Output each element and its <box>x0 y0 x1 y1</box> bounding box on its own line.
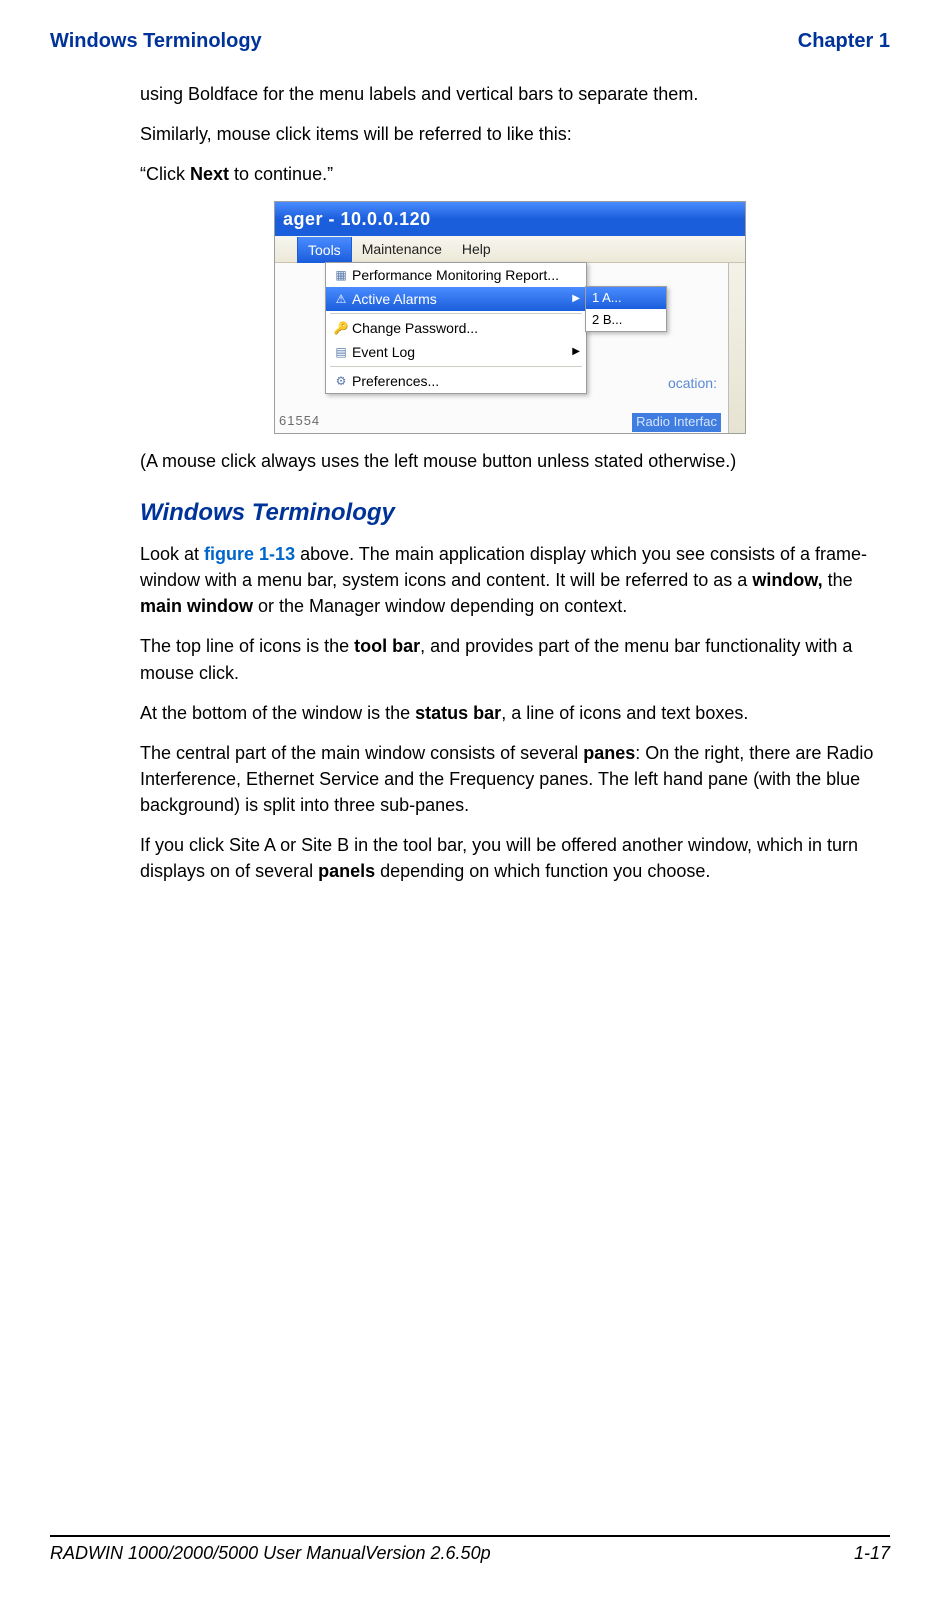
menu-item-active-alarms[interactable]: ⚠ Active Alarms ▶ <box>326 287 586 311</box>
key-icon: 🔑 <box>332 320 350 337</box>
menu-item-perf-report[interactable]: ▦ Performance Monitoring Report... <box>326 263 586 287</box>
menu-maintenance[interactable]: Maintenance <box>352 236 452 262</box>
intro-p1: using Boldface for the menu labels and v… <box>140 81 880 107</box>
alarms-submenu: 1 A... 2 B... <box>585 286 667 332</box>
embedded-screenshot: ager - 10.0.0.120 Tools Maintenance Help… <box>274 201 746 434</box>
window-titlebar: ager - 10.0.0.120 <box>275 202 745 236</box>
menu-tools[interactable]: Tools <box>297 237 352 263</box>
menu-item-event-log[interactable]: ▤ Event Log ▶ <box>326 340 586 364</box>
footer-rule <box>50 1535 890 1537</box>
section-p2: The top line of icons is the tool bar, a… <box>140 633 880 685</box>
submenu-arrow-icon: ▶ <box>572 292 580 307</box>
menu-item-change-password[interactable]: 🔑 Change Password... <box>326 316 586 340</box>
section-heading: Windows Terminology <box>140 496 880 531</box>
tools-dropdown: ▦ Performance Monitoring Report... ⚠ Act… <box>325 262 587 394</box>
log-icon: ▤ <box>332 344 350 361</box>
window-title: ager - 10.0.0.120 <box>283 206 431 232</box>
menu-separator <box>330 366 582 367</box>
footer-right: 1-17 <box>854 1543 890 1564</box>
page-header: Windows Terminology Chapter 1 <box>50 30 890 53</box>
page-footer: RADWIN 1000/2000/5000 User ManualVersion… <box>50 1535 890 1564</box>
section-p3: At the bottom of the window is the statu… <box>140 700 880 726</box>
figure-link[interactable]: figure 1-13 <box>204 544 295 564</box>
menu-item-preferences[interactable]: ⚙ Preferences... <box>326 369 586 393</box>
intro-p3: “Click Next to continue.” <box>140 161 880 187</box>
header-left: Windows Terminology <box>50 30 262 53</box>
menubar: Tools Maintenance Help <box>275 236 745 263</box>
caption: (A mouse click always uses the left mous… <box>140 448 880 474</box>
intro-p2: Similarly, mouse click items will be ref… <box>140 121 880 147</box>
menu-separator <box>330 313 582 314</box>
submenu-item-a[interactable]: 1 A... <box>586 287 666 309</box>
section-p5: If you click Site A or Site B in the too… <box>140 832 880 884</box>
header-right: Chapter 1 <box>798 30 890 53</box>
section-p4: The central part of the main window cons… <box>140 740 880 818</box>
prefs-icon: ⚙ <box>332 373 350 390</box>
menu-help[interactable]: Help <box>452 236 501 262</box>
section-p1: Look at figure 1-13 above. The main appl… <box>140 541 880 619</box>
bg-radio-label: Radio Interfac <box>632 413 721 432</box>
bg-number: 61554 <box>279 412 320 431</box>
next-bold: Next <box>190 164 229 184</box>
footer-left: RADWIN 1000/2000/5000 User ManualVersion… <box>50 1543 491 1564</box>
submenu-item-b[interactable]: 2 B... <box>586 309 666 331</box>
alarm-icon: ⚠ <box>332 291 350 308</box>
report-icon: ▦ <box>332 267 350 284</box>
submenu-arrow-icon: ▶ <box>572 345 580 360</box>
scrollbar-edge <box>728 263 745 433</box>
bg-location-text: ocation: <box>668 373 717 393</box>
